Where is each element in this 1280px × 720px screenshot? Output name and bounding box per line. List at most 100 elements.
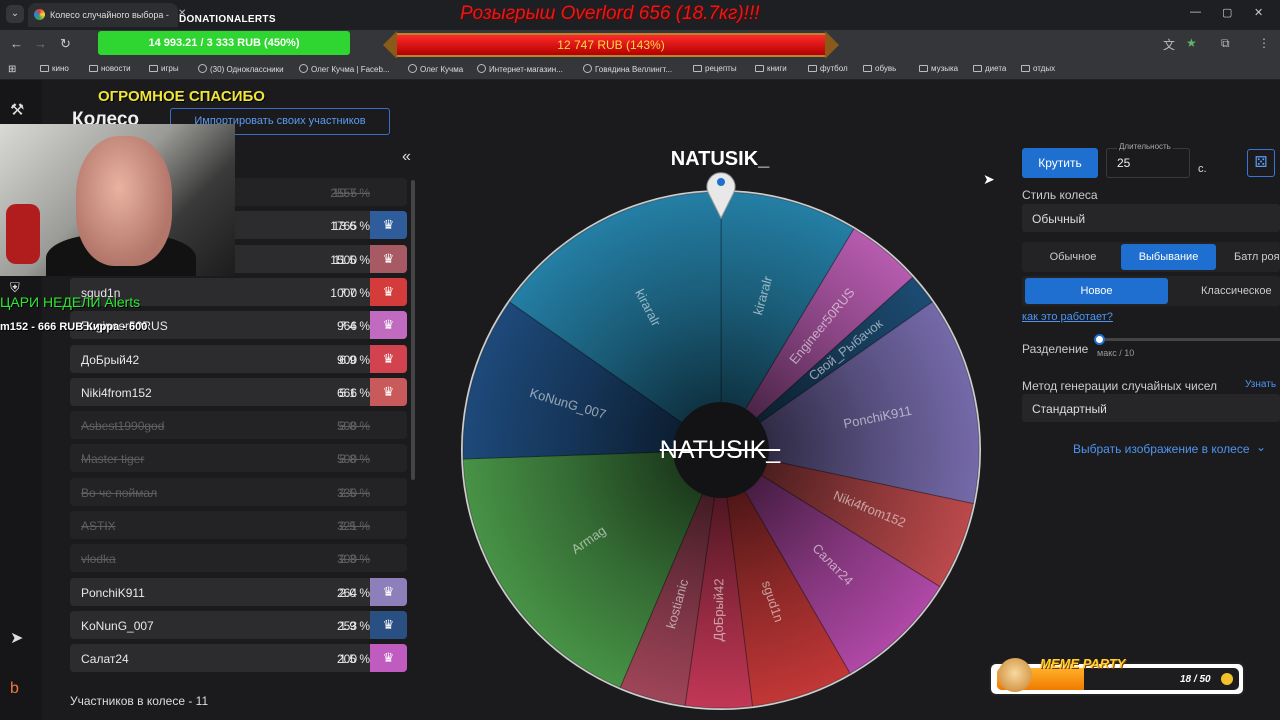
bookmark-label: Олег Кучма xyxy=(420,65,464,74)
choose-image-link[interactable]: Выбрать изображение в колесе xyxy=(1073,442,1250,456)
bookmark-star-icon[interactable]: ★ xyxy=(1186,36,1197,50)
participant-percent: 6.9 % xyxy=(339,352,370,367)
forward-icon[interactable]: → xyxy=(34,36,47,51)
site-icon xyxy=(408,64,417,73)
rng-label: Метод генерации случайных чисел xyxy=(1022,379,1218,393)
how-it-works-link[interactable]: как это работает? xyxy=(1022,311,1113,323)
bookmark-item[interactable]: игры xyxy=(149,64,179,73)
participant-name: ASTIX xyxy=(81,519,116,533)
rng-select[interactable]: Стандартный xyxy=(1022,394,1280,422)
spin-button[interactable]: Крутить xyxy=(1022,148,1098,178)
bookmark-item[interactable]: отдых xyxy=(1021,64,1055,73)
highlight-bulb-icon[interactable]: ♛ xyxy=(370,244,407,273)
close-window-icon[interactable]: ✕ xyxy=(1254,6,1263,19)
participant-row[interactable]: ASTIX 321 2.5 % xyxy=(70,511,407,539)
bookmark-item[interactable]: футбол xyxy=(808,64,848,73)
maximize-icon[interactable]: ▢ xyxy=(1222,6,1232,19)
submode-new[interactable]: Новое xyxy=(1025,278,1168,304)
bookmark-item[interactable]: Интернет-магазин... xyxy=(477,64,563,74)
bookmark-item[interactable]: диета xyxy=(973,64,1006,73)
translate-icon[interactable]: 文 xyxy=(1163,36,1175,53)
bookmark-item[interactable]: Говядина Веллингт... xyxy=(583,64,672,74)
bookmark-label: Олег Кучма | Faceb... xyxy=(311,65,390,74)
kings-of-week-list: m152 - 666 RUB Кирра - 600 xyxy=(0,321,148,333)
participant-row[interactable]: ДоБрый42 900 6.9 % ♛ xyxy=(70,344,407,373)
participant-name: Во че поймал xyxy=(81,485,158,500)
highlight-bulb-icon[interactable]: ♛ xyxy=(370,577,407,606)
brand-b-icon[interactable]: b xyxy=(10,680,19,698)
wheel-style-select[interactable]: Обычный xyxy=(1022,204,1280,232)
participant-percent: 7.7 % xyxy=(339,285,370,300)
wheel-segment-label: ДоБрый42 xyxy=(711,578,727,641)
participant-row[interactable]: Master tiger 500 3.8 % xyxy=(70,444,407,473)
folder-icon xyxy=(755,65,764,72)
highlight-bulb-icon[interactable]: ♛ xyxy=(370,311,407,340)
participant-percent: 2.5 % xyxy=(339,485,370,500)
participant-name: Master tiger xyxy=(81,452,145,467)
thanks-banner: ОГРОМНОЕ СПАСИБО xyxy=(98,88,265,105)
participant-row[interactable]: vlodka 300 2.3 % xyxy=(70,544,407,573)
dice-icon[interactable]: ⚄ xyxy=(1247,149,1275,177)
bookmark-item[interactable]: книги xyxy=(755,64,787,73)
reload-icon[interactable]: ↻ xyxy=(60,36,71,52)
mode-elimination[interactable]: Выбывание xyxy=(1121,244,1216,270)
wheel-center-name: NATUSIK_ xyxy=(659,436,781,464)
participant-row[interactable]: PonchiK911 264 2.0 % ♛ xyxy=(70,577,407,606)
bookmark-label: футбол xyxy=(820,64,848,73)
participant-row[interactable]: Салат24 200 1.5 % ♛ xyxy=(70,644,407,673)
bookmark-item[interactable]: обувь xyxy=(863,64,896,73)
participant-row[interactable]: Во че поймал 330 2.5 % xyxy=(70,477,407,506)
bookmark-item[interactable]: новости xyxy=(89,64,131,73)
apps-grid-icon[interactable]: ⊞ xyxy=(8,64,16,75)
bookmark-label: диета xyxy=(985,64,1007,73)
gavel-icon[interactable]: ⚒ xyxy=(10,100,24,120)
mode-battle[interactable]: Батл роя xyxy=(1222,244,1280,270)
bookmark-label: игры xyxy=(161,64,179,73)
highlight-bulb-icon[interactable]: ♛ xyxy=(370,377,407,406)
participant-percent: 2.0 % xyxy=(339,585,370,600)
participant-row[interactable]: Niki4from152 666 5.1 % ♛ xyxy=(70,377,407,406)
participant-row[interactable]: Asbest1990god 500 3.8 % xyxy=(70,411,407,440)
highlight-bulb-icon[interactable]: ♛ xyxy=(370,610,407,639)
menu-dots-icon[interactable]: ⋮ xyxy=(1258,36,1270,50)
donation-goal-green: 14 993.21 / 3 333 RUB (450%) xyxy=(98,31,350,55)
folder-icon xyxy=(89,65,98,72)
bookmark-item[interactable]: Олег Кучма xyxy=(408,64,463,74)
rng-learn-link[interactable]: Узнать xyxy=(1245,379,1276,390)
split-slider-knob[interactable] xyxy=(1094,334,1105,345)
highlight-bulb-icon[interactable]: ♛ xyxy=(370,344,407,373)
back-icon[interactable]: ← xyxy=(10,36,23,51)
bookmark-label: музыка xyxy=(931,64,959,73)
site-icon xyxy=(299,64,308,73)
split-slider-track[interactable] xyxy=(1100,338,1280,341)
split-hint: макс / 10 xyxy=(1097,348,1135,358)
participant-row[interactable]: KoNunG_007 253 1.9 % ♛ xyxy=(70,610,407,639)
mode-normal[interactable]: Обычное xyxy=(1028,244,1118,270)
highlight-bulb-icon[interactable]: ♛ xyxy=(370,277,407,306)
browser-tab[interactable]: Колесо случайного выбора - xyxy=(28,3,178,27)
streamer-face xyxy=(76,136,172,266)
bookmark-item[interactable]: кино xyxy=(40,64,69,73)
participant-percent: 1.5 % xyxy=(339,652,370,667)
wheel-style-label: Стиль колеса xyxy=(1022,188,1098,202)
bookmark-item[interactable]: музыка xyxy=(919,64,958,73)
highlight-bulb-icon[interactable]: ♛ xyxy=(370,211,407,240)
chevron-down-icon[interactable]: ⌄ xyxy=(1256,440,1266,454)
winner-name: NATUSIK_ xyxy=(670,148,770,170)
collapse-panel-icon[interactable]: « xyxy=(402,148,411,166)
bookmark-item[interactable]: Олег Кучма | Faceb... xyxy=(299,64,390,74)
bookmark-item[interactable]: (30) Одноклассники xyxy=(198,64,284,74)
telegram-icon[interactable]: ➤ xyxy=(10,628,23,648)
bookmark-label: Говядина Веллингт... xyxy=(595,65,673,74)
bookmark-label: рецепты xyxy=(705,64,737,73)
participant-name: Asbest1990god xyxy=(81,419,165,434)
minimize-icon[interactable]: — xyxy=(1190,6,1201,18)
meme-party-title: MEME PARTY xyxy=(1040,656,1126,671)
participant-percent: 5.1 % xyxy=(339,385,370,400)
bookmark-item[interactable]: рецепты xyxy=(693,64,737,73)
tab-list-button[interactable]: ⌄ xyxy=(6,5,24,23)
extensions-icon[interactable]: ⧉ xyxy=(1221,36,1230,51)
list-scrollbar[interactable] xyxy=(411,180,415,480)
submode-classic[interactable]: Классическое xyxy=(1172,278,1280,304)
highlight-bulb-icon[interactable]: ♛ xyxy=(370,644,407,673)
